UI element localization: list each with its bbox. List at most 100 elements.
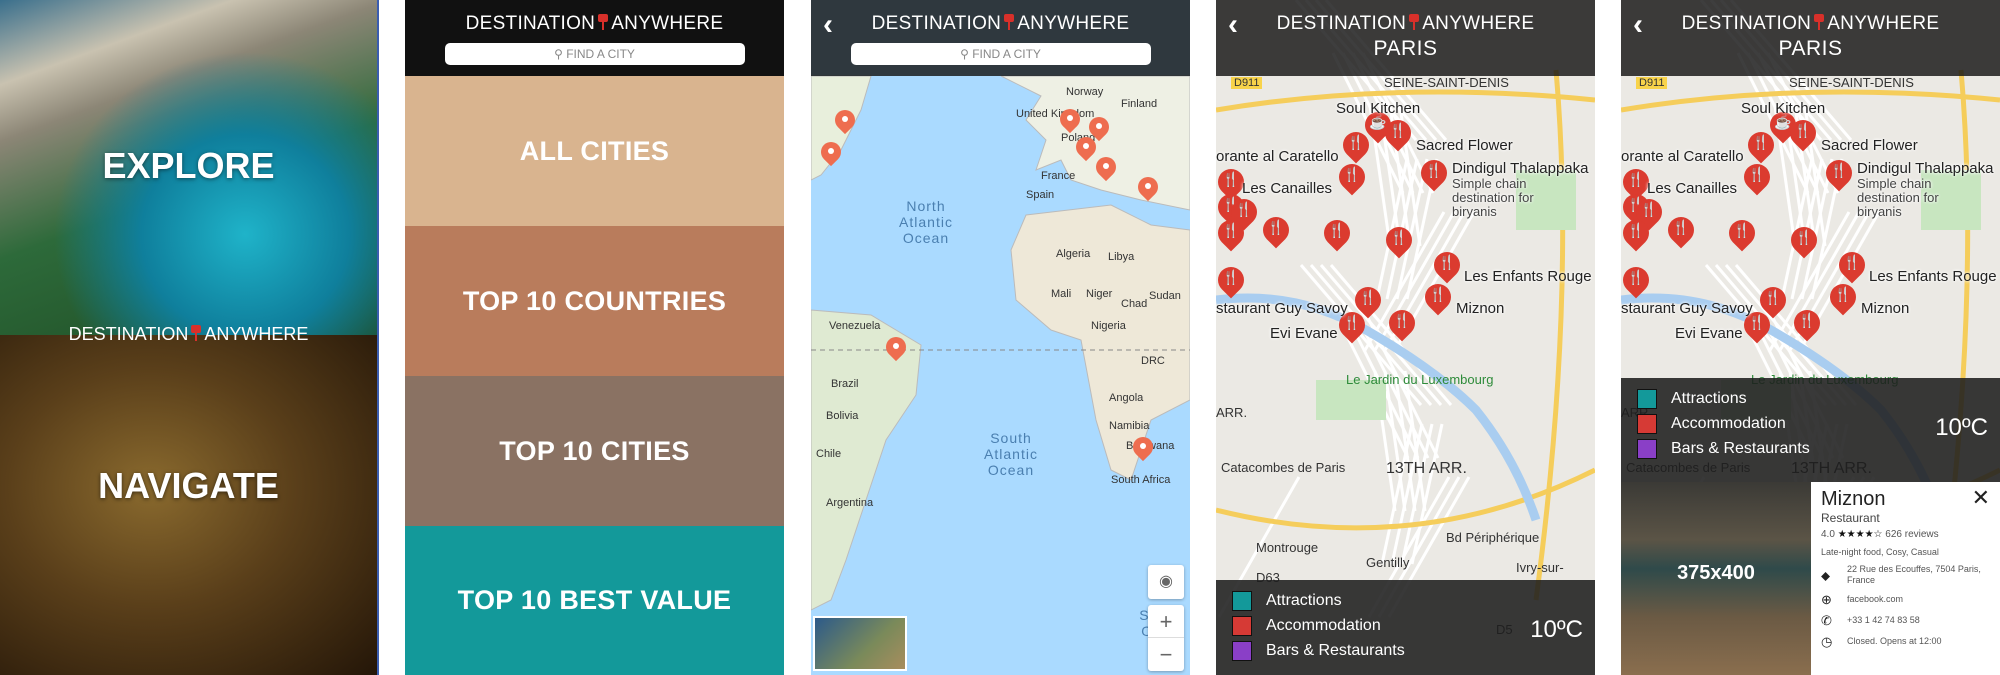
map-pin[interactable] [1076,137,1096,165]
restaurant-pin[interactable]: 🍴 [1785,221,1823,265]
restaurant-pin[interactable]: 🍴 [1419,278,1457,322]
map-label: Gentilly [1366,555,1410,570]
restaurant-pin[interactable]: 🍴 [1738,158,1776,202]
map-pin[interactable] [1096,157,1116,185]
swatch [1232,590,1252,611]
place-label[interactable]: Dindigul Thalappaka Simple chain destinat… [1452,160,1589,219]
fork-knife-icon: 🍴 [1752,134,1770,150]
brand-right: ANYWHERE [204,324,309,344]
menu-top-best-value[interactable]: TOP 10 BEST VALUE [405,526,784,675]
fork-knife-icon: 🍴 [1235,201,1253,217]
brand-logo: DESTINATION ANYWHERE [405,0,784,35]
place-label[interactable]: Les Enfants Rouge [1869,268,1997,285]
map-pin[interactable] [1133,437,1153,465]
place-label[interactable]: Les Canailles [1242,180,1332,197]
legend-attractions[interactable]: Attractions [1637,386,2000,411]
fork-knife-icon: 🍴 [1425,162,1443,178]
navigate-label: NAVIGATE [98,465,279,506]
restaurant-pin[interactable]: 🍴 [1662,211,1700,255]
my-location-button[interactable]: ◉ [1148,565,1184,599]
brand-logo: DESTINATION ANYWHERE [1216,0,1595,35]
menu-all-cities[interactable]: ALL CITIES [405,76,784,226]
fork-knife-icon: 🍴 [1267,219,1285,235]
website-link[interactable]: facebook.com [1847,594,1903,605]
back-button[interactable]: ‹ [1228,8,1238,42]
rating-value: 4.0 [1821,529,1835,540]
restaurant-pin[interactable]: 🍴 [1257,211,1295,255]
city-map[interactable]: D911 SEINE-SAINT-DENIS Le Jardin du Luxemb… [1216,0,1595,675]
phone-number[interactable]: +33 1 42 74 83 58 [1847,615,1920,626]
restaurant-pin[interactable]: 🍴 [1383,304,1421,348]
restaurant-pin[interactable]: 🍴 [1621,214,1655,258]
restaurant-pin[interactable]: 🍴 [1723,214,1761,258]
restaurant-pin[interactable]: 🍴 [1784,114,1822,158]
fork-knife-icon: 🍴 [1640,201,1658,217]
pushpin-icon [1813,14,1825,30]
map-pin[interactable] [821,142,841,170]
place-label[interactable]: Miznon [1456,300,1504,317]
restaurant-pin[interactable]: 🍴 [1415,154,1453,198]
place-photo: 375x400 [1621,482,1811,675]
place-label[interactable]: staurant Guy Savoy [1621,300,1753,317]
menu-top-countries[interactable]: TOP 10 COUNTRIES [405,226,784,376]
place-label[interactable]: Soul Kitchen [1741,100,1825,117]
fork-knife-icon: 🍴 [1748,166,1766,182]
place-label[interactable]: orante al Caratello [1216,148,1339,165]
map-pin[interactable] [886,337,906,365]
explore-section[interactable]: EXPLORE [0,0,377,335]
restaurant-pin[interactable]: 🍴 [1379,114,1417,158]
place-label[interactable]: Les Enfants Rouge [1464,268,1592,285]
place-label[interactable]: Les Canailles [1647,180,1737,197]
world-map-screen: Norway United Kingdom Poland France Spain Fin… [811,0,1190,675]
pushpin-icon [1408,14,1420,30]
map-pin[interactable] [835,110,855,138]
zoom-control: + − [1148,605,1184,671]
satellite-toggle[interactable] [813,616,907,671]
header: ‹ DESTINATION ANYWHERE PARIS [1621,0,2000,76]
pushpin-icon [190,325,202,341]
close-icon[interactable]: ✕ [1972,486,1990,510]
restaurant-pin[interactable]: 🍴 [1788,304,1826,348]
search-input[interactable]: ⚲ FIND A CITY [444,43,745,65]
place-label[interactable]: orante al Caratello [1621,148,1744,165]
back-button[interactable]: ‹ [1633,8,1643,42]
restaurant-pin[interactable]: 🍴 [1824,278,1862,322]
place-label[interactable]: Dindigul Thalappaka Simple chain destinat… [1857,160,1994,219]
map-label: Ivry-sur- [1516,560,1564,575]
menu-top-cities[interactable]: TOP 10 CITIES [405,376,784,526]
location-pin-icon: ⬥ [1821,567,1831,583]
place-label[interactable]: staurant Guy Savoy [1216,300,1348,317]
temperature: 10ºC [1530,616,1583,643]
navigate-section[interactable]: NAVIGATE [0,335,377,675]
map-pin[interactable] [1138,177,1158,205]
search-input[interactable]: ⚲ FIND A CITY [850,43,1151,65]
restaurant-pin[interactable]: 🍴 [1621,261,1655,305]
fork-knife-icon: 🍴 [1627,269,1645,285]
restaurant-pin[interactable]: 🍴 [1380,221,1418,265]
zoom-out-button[interactable]: − [1148,638,1184,671]
country-label: Spain [1026,189,1055,201]
zoom-in-button[interactable]: + [1148,605,1184,638]
map-label: SEINE-SAINT-DENIS [1384,75,1509,90]
restaurant-pin[interactable]: 🍴 [1216,214,1250,258]
review-count[interactable]: 626 reviews [1885,529,1938,540]
place-label[interactable]: Sacred Flower [1416,137,1513,154]
place-label[interactable]: Evi Evane [1675,325,1743,342]
legend-attractions[interactable]: Attractions [1232,588,1595,613]
fork-knife-icon: 🍴 [1429,286,1447,302]
star-rating: ★★★★☆ [1837,529,1883,540]
header: ‹ DESTINATION ANYWHERE ⚲ FIND A CITY [811,0,1190,76]
restaurant-pin[interactable]: 🍴 [1820,154,1858,198]
back-button[interactable]: ‹ [823,8,833,42]
place-label[interactable]: Sacred Flower [1821,137,1918,154]
country-label: Chad [1121,298,1148,310]
place-label[interactable]: Evi Evane [1270,325,1338,342]
restaurant-pin[interactable]: 🍴 [1333,158,1371,202]
place-label[interactable]: Miznon [1861,300,1909,317]
map-pin[interactable] [1060,109,1080,137]
place-label[interactable]: Soul Kitchen [1336,100,1420,117]
restaurant-pin[interactable]: 🍴 [1318,214,1356,258]
fork-knife-icon: 🍴 [1222,222,1240,238]
country-label: DRC [1141,355,1165,367]
restaurant-pin[interactable]: 🍴 [1216,261,1250,305]
